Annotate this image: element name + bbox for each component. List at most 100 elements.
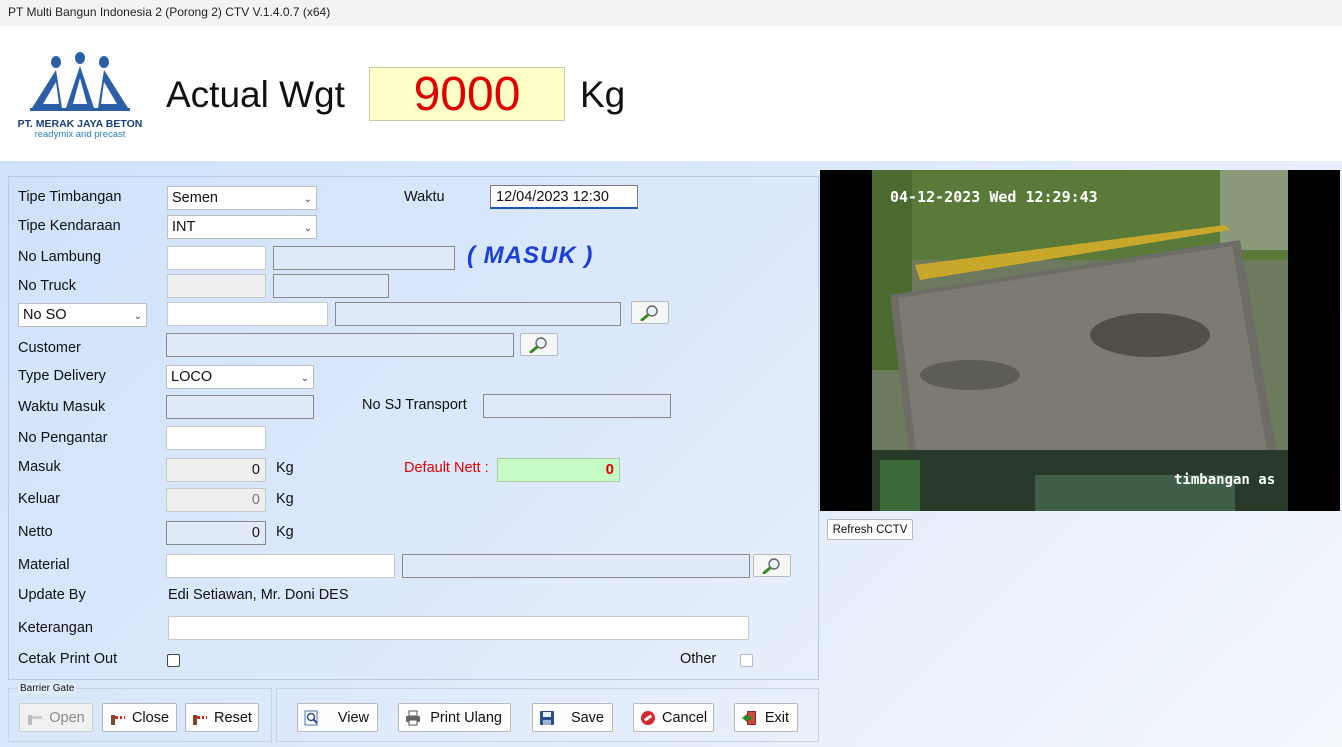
keluar-field: 0 [166,488,266,512]
company-logo: PT. MERAK JAYA BETON readymix and precas… [10,50,150,140]
barrier-gate-icon [193,714,208,725]
barrier-gate-label: Barrier Gate [18,683,77,694]
actual-weight-display: 9000 [369,67,565,121]
no-so-select[interactable]: No SO ⌄ [18,303,147,327]
masuk-label: Masuk [18,459,61,475]
cctv-timestamp: 04-12-2023 Wed 12:29:43 [890,188,1098,206]
material-input[interactable] [166,554,395,578]
netto-unit: Kg [276,524,294,540]
keluar-label: Keluar [18,491,60,507]
chevron-down-icon: ⌄ [300,373,309,384]
logo-emblem-icon [30,52,130,111]
cetak-print-out-label: Cetak Print Out [18,651,118,667]
print-ulang-label: Print Ulang [430,709,502,726]
cctv-frame-image [872,170,1288,511]
waktu-value: 12/04/2023 12:30 [496,189,609,205]
search-icon [640,304,658,321]
default-nett-label: Default Nett : [404,460,489,476]
reset-gate-label: Reset [214,709,252,726]
no-pengantar-input[interactable] [166,426,266,450]
header: PT. MERAK JAYA BETON readymix and precas… [0,26,1342,161]
printer-icon [406,710,420,725]
material-search-button[interactable] [753,554,791,577]
update-by-value: Edi Setiawan, Mr. Doni DES [168,587,349,603]
default-nett-value: 0 [605,461,614,478]
waktu-label: Waktu [404,189,445,205]
no-so-label: No SO [23,307,67,323]
no-lambung-input[interactable] [167,246,266,270]
no-truck-input[interactable] [167,274,266,298]
no-truck-desc-field [273,274,389,298]
tipe-timbangan-value: Semen [172,190,218,206]
default-nett-field[interactable]: 0 [497,458,620,482]
tipe-kendaraan-label: Tipe Kendaraan [18,218,121,234]
no-lambung-label: No Lambung [18,249,102,265]
chevron-down-icon: ⌄ [303,223,312,234]
customer-label: Customer [18,340,81,356]
actual-weight-label: Actual Wgt [166,74,345,115]
waktu-masuk-label: Waktu Masuk [18,399,106,415]
search-icon [529,336,547,353]
print-ulang-button[interactable]: Print Ulang [398,703,511,732]
tipe-kendaraan-value: INT [172,219,196,235]
refresh-cctv-button[interactable]: Refresh CCTV [827,519,913,540]
other-label: Other [680,651,717,667]
customer-search-button[interactable] [520,333,558,356]
open-gate-button[interactable]: Open [19,703,93,732]
no-pengantar-label: No Pengantar [18,430,108,446]
keluar-unit: Kg [276,491,294,507]
no-so-input[interactable] [167,302,328,326]
keterangan-input[interactable] [168,616,749,640]
cancel-icon [641,710,655,725]
type-delivery-value: LOCO [171,369,213,385]
no-sj-transport-label: No SJ Transport [362,397,467,413]
no-sj-transport-field [483,394,671,418]
material-desc-field [402,554,750,578]
chevron-down-icon: ⌄ [133,311,142,322]
search-icon [762,557,780,574]
customer-field [166,333,514,357]
netto-field: 0 [166,521,266,545]
close-gate-label: Close [131,709,170,726]
type-delivery-label: Type Delivery [18,368,106,384]
chevron-down-icon: ⌄ [303,194,312,205]
waktu-masuk-field [166,395,314,419]
tipe-timbangan-select[interactable]: Semen ⌄ [167,186,317,210]
barrier-gate-icon [28,714,43,725]
actual-weight-value: 9000 [413,68,521,121]
exit-button[interactable]: Exit [734,703,798,732]
cancel-button[interactable]: Cancel [633,703,714,732]
netto-label: Netto [18,524,53,540]
cctv-view: 04-12-2023 Wed 12:29:43 timbangan as [820,170,1340,511]
no-so-search-button[interactable] [631,301,669,324]
no-so-desc-field [335,302,621,326]
save-label: Save [570,709,604,726]
waktu-field[interactable]: 12/04/2023 12:30 [490,185,638,209]
type-delivery-select[interactable]: LOCO ⌄ [166,365,314,389]
barrier-gate-icon [110,714,125,725]
tipe-kendaraan-select[interactable]: INT ⌄ [167,215,317,239]
cancel-label: Cancel [662,709,708,726]
exit-label: Exit [764,709,789,726]
masuk-field: 0 [166,458,266,482]
reset-gate-button[interactable]: Reset [185,703,259,732]
cetak-print-out-checkbox[interactable] [167,654,180,667]
exit-door-icon [742,710,756,725]
company-tagline: readymix and precast [34,129,126,140]
keterangan-label: Keterangan [18,620,93,636]
open-gate-label: Open [49,709,85,726]
update-by-label: Update By [18,587,86,603]
status-text: ( MASUK ) [467,242,594,269]
close-gate-button[interactable]: Close [102,703,177,732]
no-truck-label: No Truck [18,278,77,294]
material-label: Material [18,557,70,573]
other-checkbox[interactable] [740,654,753,667]
view-button[interactable]: View [297,703,378,732]
view-magnifier-icon [304,710,318,725]
cctv-caption: timbangan as [1174,472,1276,488]
window-title: PT Multi Bangun Indonesia 2 (Porong 2) C… [0,0,1342,26]
view-label: View [337,709,369,726]
no-lambung-desc-field [273,246,455,270]
save-button[interactable]: Save [532,703,613,732]
masuk-unit: Kg [276,460,294,476]
